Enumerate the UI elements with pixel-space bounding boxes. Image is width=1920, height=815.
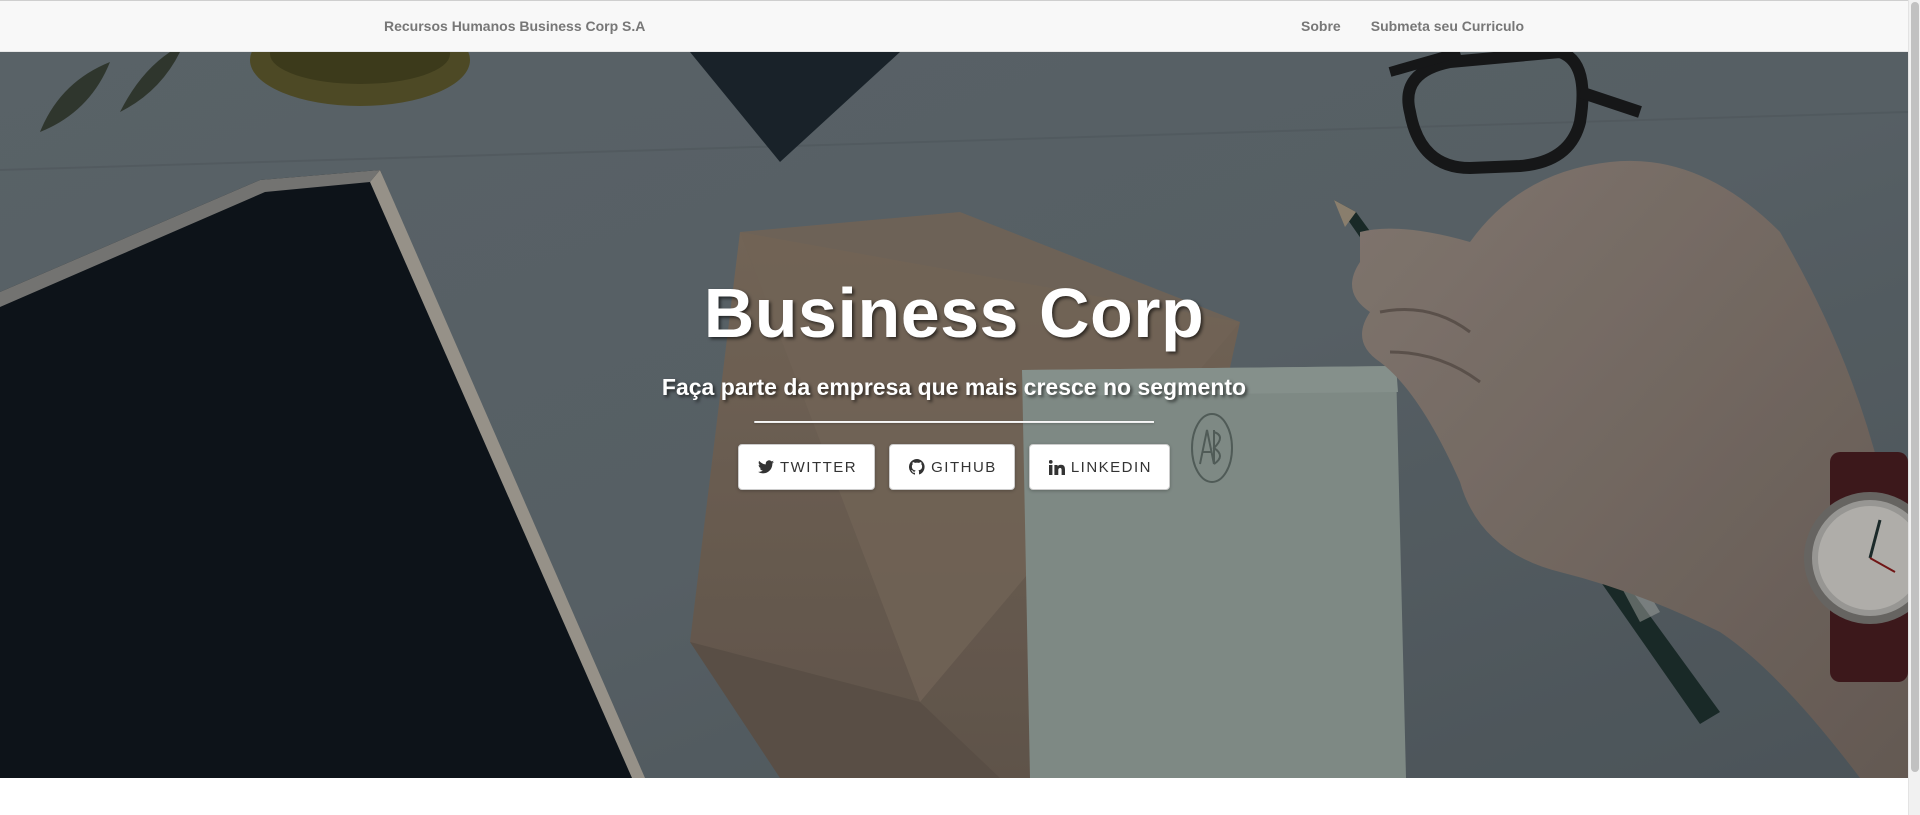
github-button[interactable]: GITHUB: [889, 444, 1015, 490]
navbar-links: Sobre Submeta seu Curriculo: [1301, 18, 1524, 34]
page: Recursos Humanos Business Corp S.A Sobre…: [0, 0, 1908, 815]
scrollbar-thumb[interactable]: [1911, 2, 1919, 772]
navbar: Recursos Humanos Business Corp S.A Sobre…: [0, 0, 1908, 52]
linkedin-icon: [1048, 459, 1065, 475]
nav-link-submeta-curriculo[interactable]: Submeta seu Curriculo: [1371, 18, 1524, 34]
content-below-hero: [0, 778, 1908, 815]
github-icon: [909, 459, 925, 475]
twitter-button-label: TWITTER: [779, 458, 858, 476]
linkedin-button-label: LINKEDIN: [1070, 458, 1152, 476]
nav-link-sobre[interactable]: Sobre: [1301, 18, 1341, 34]
hero-divider: [754, 421, 1154, 423]
navbar-brand[interactable]: Recursos Humanos Business Corp S.A: [384, 18, 645, 34]
vertical-scrollbar[interactable]: [1908, 0, 1920, 815]
hero-content: Business Corp Faça parte da empresa que …: [0, 52, 1908, 778]
twitter-button[interactable]: TWITTER: [737, 444, 876, 490]
social-buttons: TWITTER GITHUB LINKEDIN: [0, 444, 1908, 490]
hero-title: Business Corp: [703, 274, 1205, 352]
twitter-icon: [757, 460, 774, 474]
linkedin-button[interactable]: LINKEDIN: [1028, 444, 1170, 490]
hero-section: Business Corp Faça parte da empresa que …: [0, 52, 1908, 778]
hero-subtitle: Faça parte da empresa que mais cresce no…: [661, 374, 1247, 400]
github-button-label: GITHUB: [931, 458, 997, 476]
